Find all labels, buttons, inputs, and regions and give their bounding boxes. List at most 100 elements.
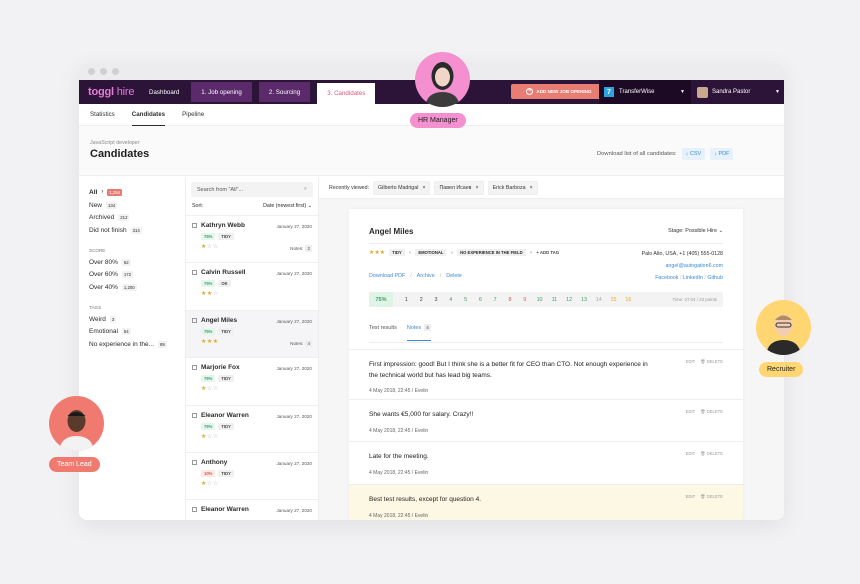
- close-icon[interactable]: ×: [530, 185, 533, 191]
- logo[interactable]: toggl hire: [88, 86, 144, 98]
- filter-tag-weird[interactable]: Weird 3: [89, 313, 185, 326]
- question-number[interactable]: 6: [473, 297, 488, 303]
- checkbox[interactable]: [192, 459, 197, 465]
- page-header: JavaScript developer Candidates Download…: [79, 126, 784, 176]
- delete-button[interactable]: 🗑 DELETE: [700, 359, 723, 365]
- filter-archived[interactable]: Archived 212: [89, 211, 185, 224]
- stage-dropdown[interactable]: Stage: Possible Hire ⌄: [668, 228, 723, 234]
- question-number[interactable]: 7: [488, 297, 503, 303]
- search-input[interactable]: Search from "All"... ⌕: [191, 182, 313, 197]
- close-icon[interactable]: ×: [422, 185, 425, 191]
- filter-over-60[interactable]: Over 60% 172: [89, 268, 185, 281]
- breadcrumb[interactable]: JavaScript developer: [90, 140, 139, 146]
- checkbox[interactable]: [192, 270, 197, 276]
- list-item[interactable]: Eleanor Warren January 27, 2020 75% TIDY ★☆☆: [186, 404, 318, 452]
- add-job-button[interactable]: + ADD NEW JOB OPENING: [511, 84, 607, 99]
- question-number[interactable]: 13: [577, 297, 592, 303]
- sort-dropdown[interactable]: Date (newest first) ⌄: [263, 203, 312, 215]
- time-readout: Time: 27:04 / 23 points: [672, 297, 718, 302]
- question-number[interactable]: 11: [547, 297, 562, 303]
- linkedin-link[interactable]: LinkedIn: [683, 275, 703, 281]
- question-number[interactable]: 16: [621, 297, 636, 303]
- question-number[interactable]: 10: [532, 297, 547, 303]
- edit-button[interactable]: EDIT: [686, 409, 696, 415]
- star-rating[interactable]: ★★☆: [201, 290, 312, 297]
- tab-statistics[interactable]: Statistics: [90, 104, 115, 126]
- list-item[interactable]: Anthony January 27, 2020 10% TIDY ★☆☆: [186, 451, 318, 499]
- add-tag-button[interactable]: + ADD TAG: [536, 250, 559, 255]
- question-number[interactable]: 3: [429, 297, 444, 303]
- question-number[interactable]: 2: [414, 297, 429, 303]
- filter-tag-no-experience[interactable]: No experience in the... 89: [89, 338, 185, 351]
- filter-did-not-finish[interactable]: Did not finish 314: [89, 224, 185, 237]
- detail-panel: Recently viewed: Gilberto Madrigal × Паве…: [319, 177, 784, 520]
- note-item: Late for the meeting. 4 May 2018, 22:45 /…: [349, 441, 743, 484]
- email-link[interactable]: angel@autogation6.com: [642, 261, 723, 273]
- download-pdf-link[interactable]: Download PDF: [369, 273, 405, 279]
- nav-dashboard[interactable]: Dashboard: [144, 82, 184, 102]
- question-number[interactable]: 4: [443, 297, 458, 303]
- edit-button[interactable]: EDIT: [686, 359, 696, 365]
- question-number[interactable]: 8: [503, 297, 518, 303]
- pdf-button[interactable]: ↓ PDF: [710, 148, 734, 160]
- nav-sourcing[interactable]: 2. Sourcing: [258, 82, 311, 102]
- archive-link[interactable]: Archive: [417, 273, 435, 279]
- tag: TIDY: [218, 327, 234, 335]
- question-number[interactable]: 14: [591, 297, 606, 303]
- tab-pipeline[interactable]: Pipeline: [182, 104, 204, 126]
- list-item[interactable]: Marjorie Fox January 27, 2020 75% TIDY ★☆☆: [186, 357, 318, 404]
- checkbox[interactable]: [192, 223, 197, 228]
- delete-button[interactable]: 🗑 DELETE: [700, 409, 723, 415]
- checkbox[interactable]: [192, 412, 197, 418]
- list-item[interactable]: Angel Miles January 27, 2020 75% TIDY ★★★ Not…: [186, 309, 318, 358]
- list-item[interactable]: Kathryn Webb January 27, 2020 75% TIDY ★☆☆ No…: [186, 215, 318, 262]
- filter-all[interactable]: All › 1,294: [89, 186, 185, 199]
- nav-candidates[interactable]: 3. Candidates: [317, 83, 376, 104]
- close-icon[interactable]: ×: [450, 250, 453, 255]
- star-rating[interactable]: ★☆☆: [201, 385, 312, 392]
- user-menu[interactable]: Sandra Pastor ▼: [697, 80, 784, 104]
- checkbox[interactable]: [192, 365, 197, 371]
- score-badge: 75%: [201, 280, 216, 288]
- csv-button[interactable]: ↓ CSV: [681, 148, 706, 160]
- star-rating[interactable]: ★☆☆: [201, 480, 312, 487]
- nav-job-opening[interactable]: 1. Job opening: [191, 82, 252, 102]
- github-link[interactable]: Github: [707, 275, 723, 281]
- close-icon[interactable]: ×: [530, 250, 533, 255]
- facebook-link[interactable]: Facebook: [655, 275, 678, 281]
- checkbox[interactable]: [192, 317, 197, 323]
- question-number[interactable]: 5: [458, 297, 473, 303]
- tab-candidates[interactable]: Candidates: [131, 104, 166, 126]
- recent-chip[interactable]: Gilberto Madrigal ×: [373, 180, 431, 195]
- filter-tag-emotional[interactable]: Emotional 54: [89, 326, 185, 339]
- edit-button[interactable]: EDIT: [686, 451, 696, 457]
- checkbox[interactable]: [192, 507, 197, 513]
- question-number[interactable]: 15: [606, 297, 621, 303]
- delete-link[interactable]: Delete: [446, 273, 462, 279]
- star-rating[interactable]: ★☆☆: [201, 433, 312, 440]
- filter-new[interactable]: New 134: [89, 199, 185, 212]
- score-heading: SCORE: [89, 247, 106, 253]
- notes-count: Notes: 2: [290, 245, 312, 252]
- hr-manager-avatar: [415, 52, 470, 107]
- delete-button[interactable]: 🗑 DELETE: [700, 494, 723, 500]
- question-number[interactable]: 1: [399, 297, 414, 303]
- question-number[interactable]: 9: [517, 297, 532, 303]
- filter-over-40[interactable]: Over 40% 1,200: [89, 281, 185, 294]
- close-icon[interactable]: ×: [476, 185, 479, 191]
- edit-button[interactable]: EDIT: [686, 494, 696, 500]
- org-switcher[interactable]: 7 TransferWise ▼: [599, 80, 691, 104]
- tab-test-results[interactable]: Test results: [369, 325, 397, 341]
- tab-notes[interactable]: Notes 4: [406, 324, 431, 341]
- delete-button[interactable]: 🗑 DELETE: [700, 451, 723, 457]
- list-item[interactable]: Eleanor Warren January 27, 2020: [186, 499, 318, 520]
- star-rating[interactable]: ★★★: [369, 249, 385, 256]
- filter-over-80[interactable]: Over 80% 62: [89, 256, 185, 269]
- recent-chip[interactable]: Павел Исаев ×: [434, 180, 484, 195]
- question-number[interactable]: 12: [562, 297, 577, 303]
- close-icon[interactable]: ×: [409, 250, 412, 255]
- plus-icon: +: [526, 88, 534, 95]
- hr-manager-label: HR Manager: [410, 113, 466, 128]
- recent-chip[interactable]: Erick Barboza ×: [487, 180, 538, 195]
- list-item[interactable]: Calvin Russell January 27, 2020 75% OK ★★☆: [186, 262, 318, 309]
